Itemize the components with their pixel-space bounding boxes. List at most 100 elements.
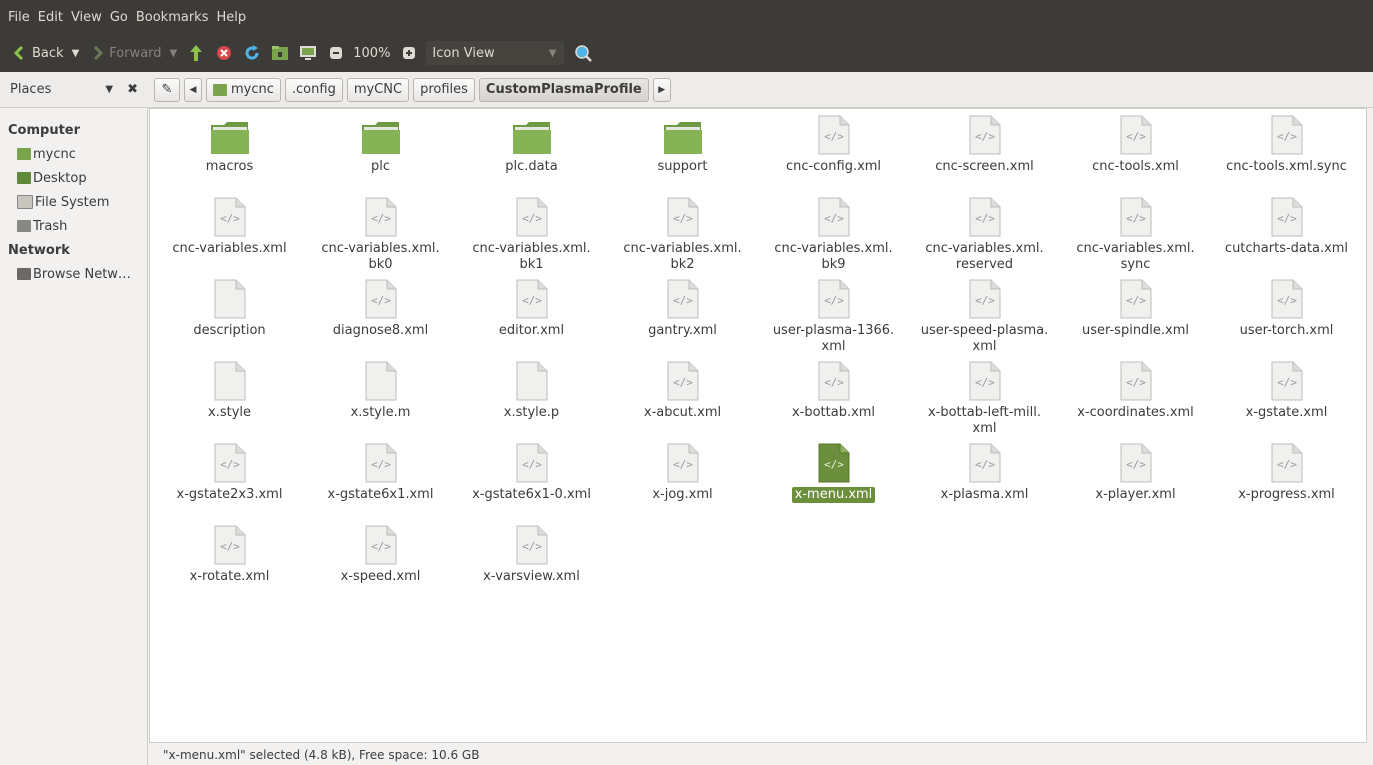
crumb-config[interactable]: .config [284,77,343,102]
zoom-out-button[interactable] [327,44,345,62]
file-icon-view[interactable]: macros plc plc.data support </> cnc-config.xm… [149,108,1367,743]
file-item[interactable]: </> x-jog.xml [607,443,758,525]
file-item[interactable]: </> x-varsview.xml [456,525,607,607]
menu-view[interactable]: View [67,10,106,25]
sidebar-item-browse-network[interactable]: Browse Netw… [0,262,147,286]
file-item[interactable]: </> x-rotate.xml [154,525,305,607]
reload-button[interactable] [243,44,261,62]
menu-file[interactable]: File [0,10,34,25]
file-item[interactable]: </> x-progress.xml [1211,443,1362,525]
file-item[interactable]: </> cnc-variables.xml. bk9 [758,197,909,279]
up-button[interactable] [187,44,205,62]
menu-go[interactable]: Go [106,10,132,25]
file-item[interactable]: </> user-spindle.xml [1060,279,1211,361]
forward-button[interactable]: Forward ▼ [89,44,177,62]
menu-edit[interactable]: Edit [34,10,67,25]
file-item[interactable]: </> x-menu.xml [758,443,909,525]
file-item[interactable]: </> editor.xml [456,279,607,361]
svg-text:</>: </> [824,458,844,471]
computer-button[interactable] [299,44,317,62]
file-item[interactable]: </> user-plasma-1366. xml [758,279,909,361]
crumb-mycnc-dir[interactable]: myCNC [346,77,410,102]
file-item[interactable]: </> user-torch.xml [1211,279,1362,361]
back-dropdown-icon[interactable]: ▼ [72,48,80,59]
sidebar-item-label: Browse Netw… [33,266,131,282]
file-item[interactable]: </> diagnose8.xml [305,279,456,361]
file-item[interactable]: </> cnc-variables.xml. bk1 [456,197,607,279]
file-item[interactable]: </> cnc-variables.xml. bk2 [607,197,758,279]
file-item[interactable]: </> x-abcut.xml [607,361,758,443]
file-item[interactable]: </> x-gstate.xml [1211,361,1362,443]
zoom-level: 100% [353,45,391,61]
close-sidebar-icon[interactable]: ✖ [127,82,138,97]
file-item[interactable]: </> cnc-screen.xml [909,115,1060,197]
back-button[interactable]: Back ▼ [10,44,79,62]
crumb-mycnc[interactable]: mycnc [206,77,281,102]
home-folder-icon [213,83,227,96]
places-selector[interactable]: Places ▼ ✖ [0,82,148,97]
file-item[interactable]: </> x-player.xml [1060,443,1211,525]
menu-bookmarks[interactable]: Bookmarks [132,10,213,25]
menu-help[interactable]: Help [212,10,250,25]
sidebar-item-file-system[interactable]: File System [0,190,147,214]
crumb-scroll-left-button[interactable]: ◀ [184,77,202,102]
file-name: x-coordinates.xml [1077,405,1194,420]
file-item[interactable]: </> x-bottab.xml [758,361,909,443]
crumb-customplasmaprofile[interactable]: CustomPlasmaProfile [478,77,649,102]
file-item[interactable]: </> x-gstate2x3.xml [154,443,305,525]
file-item[interactable]: x.style.p [456,361,607,443]
home-button[interactable] [271,44,289,62]
file-item[interactable]: plc.data [456,115,607,197]
file-item[interactable]: </> x-speed.xml [305,525,456,607]
file-name: diagnose8.xml [332,323,429,338]
view-mode-select[interactable]: Icon View ▼ [426,41,565,65]
file-item[interactable]: description [154,279,305,361]
crumb-scroll-right-button[interactable]: ▶ [652,77,671,102]
forward-dropdown-icon[interactable]: ▼ [170,48,178,59]
file-item[interactable]: x.style.m [305,361,456,443]
file-name: support [657,159,708,174]
file-name: x-gstate2x3.xml [176,487,283,502]
file-item[interactable]: </> gantry.xml [607,279,758,361]
file-item[interactable]: x.style [154,361,305,443]
file-name: x-progress.xml [1238,487,1335,502]
file-name: x-rotate.xml [189,569,270,584]
sidebar-item-trash[interactable]: Trash [0,214,147,238]
chevron-down-icon[interactable]: ▼ [105,84,113,95]
file-item[interactable]: </> x-gstate6x1.xml [305,443,456,525]
stop-button[interactable] [215,44,233,62]
sidebar-item-label: mycnc [33,146,76,162]
file-item[interactable]: </> cnc-variables.xml. sync [1060,197,1211,279]
location-bar: Places ▼ ✖ ✎ ◀ mycnc .config myCNC profi… [0,72,1373,108]
file-name: cnc-config.xml [785,159,882,174]
file-item[interactable]: macros [154,115,305,197]
xml-file-icon: </> [814,443,854,483]
text-file-icon [210,361,250,401]
sidebar-item-desktop[interactable]: Desktop [0,166,147,190]
sidebar-item-mycnc[interactable]: mycnc [0,142,147,166]
file-item[interactable]: </> cnc-config.xml [758,115,909,197]
toggle-location-entry-button[interactable]: ✎ [154,77,180,102]
file-item[interactable]: </> cnc-tools.xml.sync [1211,115,1362,197]
zoom-in-button[interactable] [400,44,418,62]
file-item[interactable]: plc [305,115,456,197]
file-name: cnc-tools.xml [1092,159,1179,174]
file-item[interactable]: </> cnc-variables.xml. bk0 [305,197,456,279]
file-item[interactable]: </> x-bottab-left-mill. xml [909,361,1060,443]
file-item[interactable]: </> cutcharts-data.xml [1211,197,1362,279]
svg-text:</>: </> [371,294,391,307]
file-item[interactable]: </> x-plasma.xml [909,443,1060,525]
file-item[interactable]: </> user-speed-plasma. xml [909,279,1060,361]
svg-text:</>: </> [220,458,240,471]
xml-file-icon: </> [210,197,250,237]
file-item[interactable]: </> cnc-variables.xml. reserved [909,197,1060,279]
file-item[interactable]: </> x-gstate6x1-0.xml [456,443,607,525]
crumb-profiles[interactable]: profiles [413,77,475,102]
file-item[interactable]: </> x-coordinates.xml [1060,361,1211,443]
xml-file-icon: </> [814,115,854,155]
file-item[interactable]: support [607,115,758,197]
file-item[interactable]: </> cnc-tools.xml [1060,115,1211,197]
file-item[interactable]: </> cnc-variables.xml [154,197,305,279]
search-button[interactable] [574,44,593,62]
file-name: editor.xml [498,323,565,338]
